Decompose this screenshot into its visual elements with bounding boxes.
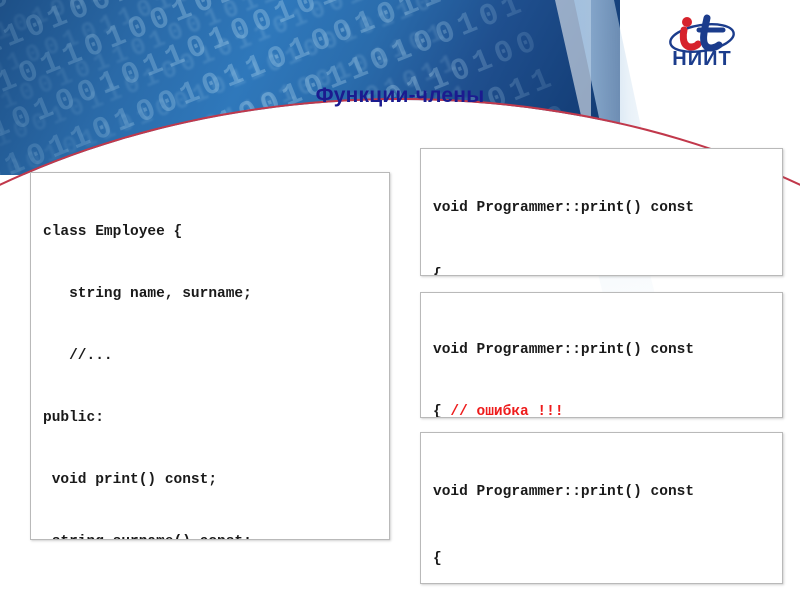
- code-line: void Programmer::print() const: [433, 342, 695, 358]
- code-line: void Programmer::print() const: [433, 200, 695, 216]
- code-block-print-error: void Programmer::print() const { // ошиб…: [420, 292, 783, 418]
- code-line: { // ошибка !!!: [433, 397, 772, 418]
- code-line: //...: [43, 348, 113, 364]
- slide-canvas: 0100101101001011010010110100 00101101001…: [0, 0, 800, 600]
- code-token: {: [433, 404, 451, 418]
- code-block-employee-class: class Employee { string name, surname; /…: [30, 172, 390, 540]
- code-line: string name, surname;: [43, 286, 252, 302]
- page-title: Функции-члены: [315, 84, 485, 107]
- code-line: string surname() const;: [43, 527, 379, 539]
- code-line: public:: [43, 410, 104, 426]
- code-line: void Programmer::print() const: [433, 484, 695, 500]
- code-block-print-base-call: void Programmer::print() const { Employe…: [420, 432, 783, 584]
- logo: НИИТ: [644, 14, 760, 76]
- code-line: {: [433, 267, 442, 276]
- code-token-error: // ошибка !!!: [450, 404, 564, 418]
- code-line: void print() const;: [43, 472, 218, 488]
- code-line: {: [433, 551, 442, 567]
- it-mark-icon: [644, 14, 760, 54]
- code-line: class Employee {: [43, 224, 183, 240]
- code-block-print-correct: void Programmer::print() const { cout <<…: [420, 148, 783, 276]
